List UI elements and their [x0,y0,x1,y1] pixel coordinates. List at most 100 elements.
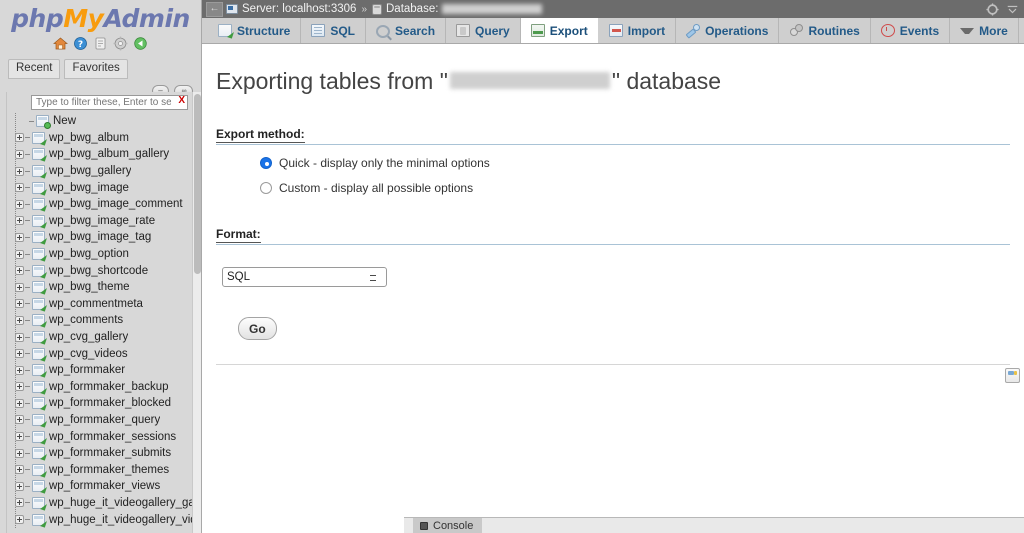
table-list-item-label: wp_formmaker_query [49,413,161,426]
tab-structure[interactable]: Structure [208,18,302,43]
expand-icon[interactable] [15,282,24,292]
tab-query[interactable]: Query [446,18,521,43]
table-list-item[interactable]: wp_comments [15,312,192,329]
server-status-icon[interactable] [133,36,148,51]
sidebar-scrollbar-thumb[interactable] [194,94,201,274]
settings-gear-icon[interactable] [113,36,128,51]
table-list-item[interactable]: wp_cvg_gallery [15,329,192,346]
table-list-item[interactable]: wp_bwg_gallery [15,163,192,180]
table-list-item[interactable]: wp_huge_it_videogallery_vide [15,511,192,528]
table-list-item[interactable]: wp_bwg_shortcode [15,262,192,279]
table-list-item[interactable]: wp_bwg_image_tag [15,229,192,246]
expand-icon[interactable] [15,183,24,193]
expand-icon[interactable] [15,249,24,259]
table-list-item[interactable]: wp_bwg_option [15,246,192,263]
table-list-item[interactable]: wp_huge_it_videogallery_gall [15,495,192,512]
expand-icon[interactable] [15,398,24,408]
collapse-icon[interactable] [1006,3,1019,16]
table-list-item[interactable]: wp_bwg_image_rate [15,213,192,230]
table-list-item[interactable]: wp_formmaker_views [15,478,192,495]
table-icon [32,331,47,345]
table-list-item[interactable]: wp_formmaker_sessions [15,428,192,445]
go-button-wrap: Go [238,317,1010,340]
expand-icon[interactable] [15,365,24,375]
table-icon [32,297,47,312]
expand-icon[interactable] [15,149,24,159]
filter-row: X [7,92,192,113]
table-filter-input[interactable] [31,95,188,110]
table-list-item-label: wp_formmaker_themes [49,463,170,476]
tab-events[interactable]: Events [871,18,951,43]
expand-icon[interactable] [15,133,24,143]
expand-icon[interactable] [15,166,24,176]
breadcrumb-database[interactable]: Database: [372,3,543,15]
table-list-item[interactable]: wp_formmaker_blocked [15,395,192,412]
sidebar-tab-recent[interactable]: Recent [8,59,61,79]
table-list-item-new[interactable]: New [29,113,192,130]
tree-connector [25,353,30,355]
settings-gear-icon[interactable] [986,2,999,16]
expand-icon[interactable] [15,199,24,209]
breadcrumb-server[interactable]: Server: localhost:3306 [226,3,356,15]
table-list-item[interactable]: wp_bwg_image [15,179,192,196]
expand-icon[interactable] [15,448,24,458]
console-bar: Console [404,517,1024,533]
tab-more[interactable]: More [950,18,1019,43]
expand-icon[interactable] [15,382,24,392]
table-list-item[interactable]: wp_formmaker [15,362,192,379]
documentation-icon[interactable] [93,36,108,51]
expand-icon[interactable] [15,349,24,359]
table-list-item[interactable]: wp_commentmeta [15,296,192,313]
home-icon[interactable] [53,36,68,51]
table-list-item[interactable]: wp_bwg_album_gallery [15,146,192,163]
tab-export[interactable]: Export [520,18,599,43]
expand-icon[interactable] [15,315,24,325]
sidebar-tab-favorites[interactable]: Favorites [64,59,128,79]
table-icon [32,264,47,279]
table-list-item[interactable]: wp_formmaker_query [15,412,192,429]
tree-connector [25,319,30,321]
expand-icon[interactable] [15,481,24,491]
export-method-option-quick[interactable]: Quick - display only the minimal options [260,156,1010,170]
expand-icon[interactable] [15,432,24,442]
table-list-item-label: wp_huge_it_videogallery_vide [49,513,192,526]
export-icon [530,24,545,37]
format-select[interactable]: SQLCSVCSV for MS ExcelJSONPDFXMLYAML [222,267,387,287]
radio-custom[interactable] [260,182,272,194]
expand-icon[interactable] [15,299,24,309]
expand-icon[interactable] [15,498,24,508]
table-list-item[interactable]: wp_formmaker_backup [15,379,192,396]
sidebar-scrollbar[interactable] [192,92,201,533]
radio-quick[interactable] [260,157,272,169]
go-button[interactable]: Go [238,317,277,340]
expand-icon[interactable] [15,415,24,425]
table-list-item-label: New [53,115,77,128]
logo-php: php [11,4,64,33]
expand-icon[interactable] [15,515,24,525]
filter-clear-icon[interactable]: X [178,95,185,106]
panel-toggle-icon[interactable] [1005,368,1020,383]
table-list-item[interactable]: wp_formmaker_submits [15,445,192,462]
expand-icon[interactable] [15,332,24,342]
tab-label: Export [549,23,588,38]
help-icon[interactable]: ? [73,36,88,51]
table-list-item[interactable]: wp_bwg_image_comment [15,196,192,213]
tab-search[interactable]: Search [366,18,447,43]
tab-operations[interactable]: Operations [676,18,780,43]
back-button[interactable]: ← [206,1,223,17]
console-toggle[interactable]: Console [413,518,483,533]
expand-icon[interactable] [15,266,24,276]
table-list-item[interactable]: wp_formmaker_themes [15,461,192,478]
table-list-item[interactable]: wp_cvg_videos [15,345,192,362]
pma-logo[interactable]: phpMyAdmin ? [0,0,201,53]
tab-sql[interactable]: SQL [301,18,367,43]
operations-icon [686,24,701,37]
expand-icon[interactable] [15,465,24,475]
table-list-item[interactable]: wp_bwg_album [15,130,192,147]
tab-import[interactable]: Import [599,18,677,43]
tab-routines[interactable]: Routines [779,18,871,43]
expand-icon[interactable] [15,216,24,226]
export-method-option-custom[interactable]: Custom - display all possible options [260,181,1010,195]
table-list-item[interactable]: wp_bwg_theme [15,279,192,296]
expand-icon[interactable] [15,232,24,242]
